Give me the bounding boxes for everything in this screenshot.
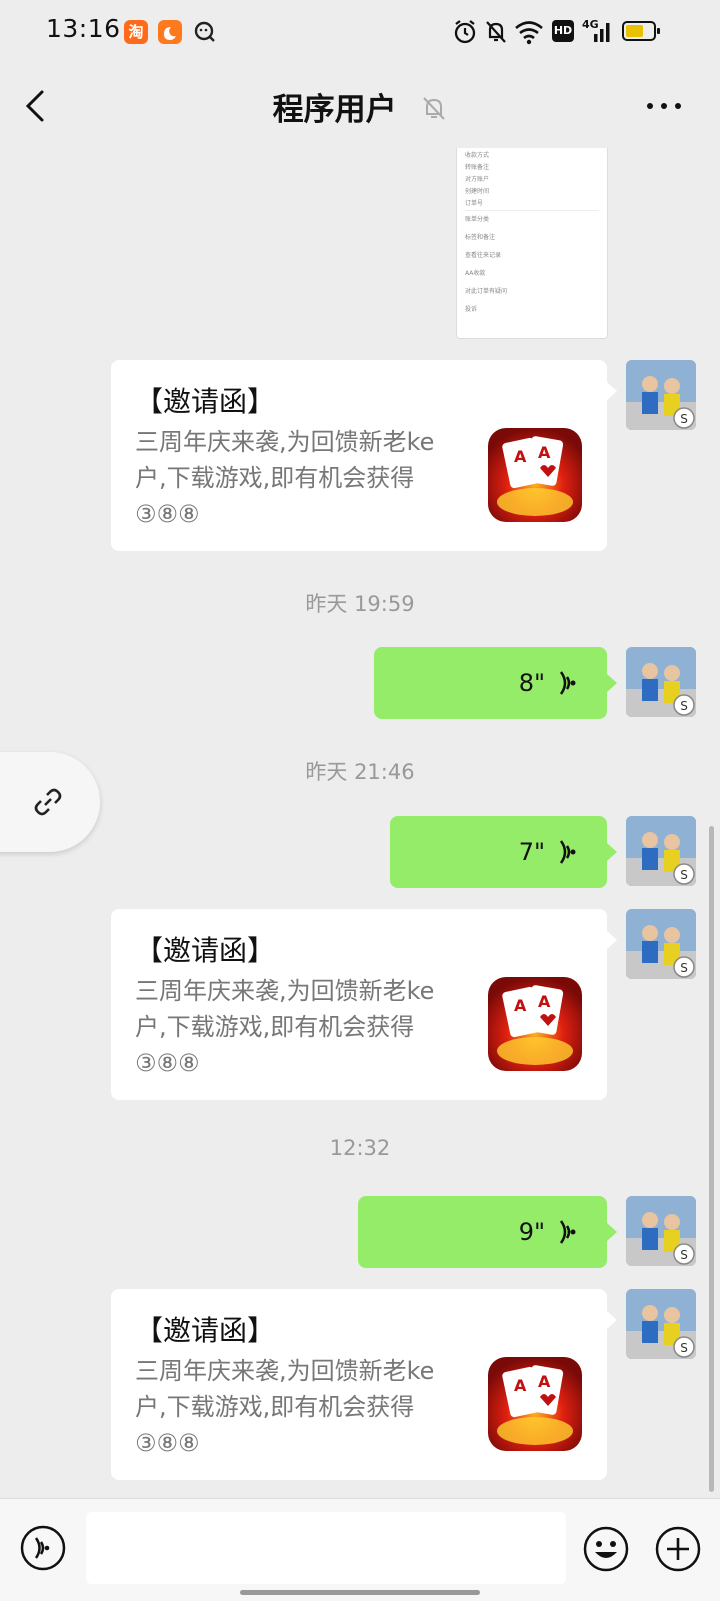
wifi-icon [514,18,544,46]
emoji-button[interactable] [582,1525,630,1573]
svg-text:A: A [538,992,551,1011]
voice-message[interactable]: 9" [358,1196,607,1268]
home-indicator [240,1590,480,1595]
voice-message[interactable]: 7" [390,816,607,888]
voice-wave-icon [553,838,577,870]
chat-title: 程序用户 [0,84,720,130]
floating-link-button[interactable] [0,752,100,852]
playing-cards-game-icon: AA [488,428,582,522]
svg-text:A: A [538,443,551,462]
preview-row: 投诉 [465,306,478,313]
emoji-icon [583,1526,629,1572]
svg-text:A: A [514,996,527,1015]
avatar[interactable]: S [626,816,696,886]
card-title: 【邀请函】 [135,385,276,418]
hd-icon: HD [552,20,574,42]
avatar-image: S [626,909,696,979]
svg-text:S: S [680,412,688,426]
preview-row: 标签和备注 [465,234,496,241]
bubble-tail [607,931,617,949]
avatar-image: S [626,360,696,430]
voice-duration: 9" [518,1218,545,1246]
preview-row: 转账备注 [465,164,490,171]
svg-text:S: S [680,961,688,975]
voice-wave-icon [553,1218,577,1250]
invitation-card[interactable]: 【邀请函】 三周年庆来袭,为回馈新老ke户,下载游戏,即有机会获得 ③⑧⑧ AA [111,1289,607,1480]
bubble-tail [607,1223,617,1241]
image-preview-content: 收款方式转账备注对方账户创建时间订单号账单分类标签和备注查看往来记录 AA收款对此… [457,148,607,321]
preview-row: 收款方式 [465,152,490,159]
playing-cards-game-icon: AA [488,977,582,1071]
preview-row: 查看往来记录 [465,252,502,259]
voice-duration: 7" [518,838,545,866]
bubble-tail [607,843,617,861]
avatar-image: S [626,816,696,886]
more-button[interactable] [644,98,684,114]
preview-row: 创建时间 [465,188,490,195]
avatar[interactable]: S [626,647,696,717]
avatar[interactable]: S [626,1196,696,1266]
svg-text:S: S [680,1341,688,1355]
svg-text:S: S [680,699,688,713]
voice-duration: 8" [518,669,545,697]
invitation-card[interactable]: 【邀请函】 三周年庆来袭,为回馈新老ke户,下载游戏,即有机会获得 ③⑧⑧ AA [111,360,607,551]
bubble-tail [607,674,617,692]
invitation-card[interactable]: 【邀请函】 三周年庆来袭,为回馈新老ke户,下载游戏,即有机会获得 ③⑧⑧ AA [111,909,607,1100]
plus-icon [655,1526,701,1572]
preview-row: 对此订单有疑问 [465,288,508,295]
taobao-icon: 淘 [124,20,148,44]
avatar-image: S [626,647,696,717]
playing-cards-game-icon: AA [488,1357,582,1451]
card-title: 【邀请函】 [135,934,276,967]
scrollbar[interactable] [709,826,714,1492]
muted-bell-icon [421,94,447,130]
voice-message[interactable]: 8" [374,647,607,719]
card-description: 三周年庆来袭,为回馈新老ke户,下载游戏,即有机会获得 [135,977,435,1041]
voice-input-button[interactable] [20,1525,66,1571]
card-extra: ③⑧⑧ [135,500,200,528]
bubble-tail [607,382,617,400]
avatar[interactable]: S [626,1289,696,1359]
voice-wave-icon [553,669,577,701]
alarm-icon [452,18,478,46]
svg-text:A: A [538,1372,551,1391]
svg-text:S: S [680,1248,688,1262]
chat-title-text: 程序用户 [272,92,397,128]
message-input[interactable] [86,1512,566,1584]
uc-browser-icon [158,20,182,44]
network-label: 4G [582,18,599,31]
qq-icon [192,19,218,45]
preview-row: 账单分类 [465,216,490,223]
card-extra: ③⑧⑧ [135,1429,200,1457]
avatar-image: S [626,1289,696,1359]
preview-row: 订单号 [465,198,599,211]
card-title: 【邀请函】 [135,1314,276,1347]
avatar[interactable]: S [626,909,696,979]
bubble-tail [607,1311,617,1329]
more-dots-icon [647,103,681,109]
card-extra: ③⑧⑧ [135,1049,200,1077]
svg-text:A: A [514,1376,527,1395]
avatar-image: S [626,1196,696,1266]
status-bar: 13:16 淘 HD 4G [0,0,720,62]
voice-input-icon [20,1525,66,1571]
preview-row: 对方账户 [465,176,490,183]
timestamp: 昨天 19:59 [305,592,415,616]
image-message[interactable]: 收款方式转账备注对方账户创建时间订单号账单分类标签和备注查看往来记录 AA收款对此… [456,148,608,339]
svg-text:S: S [680,868,688,882]
avatar[interactable]: S [626,360,696,430]
timestamp: 12:32 [329,1136,391,1160]
timestamp: 昨天 21:46 [305,760,415,784]
status-time: 13:16 [46,14,121,43]
mute-icon [484,18,508,46]
svg-text:A: A [514,447,527,466]
card-description: 三周年庆来袭,为回馈新老ke户,下载游戏,即有机会获得 [135,428,435,492]
link-icon [32,786,64,822]
4g-signal-icon: 4G [582,18,614,46]
battery-icon [622,21,660,41]
card-description: 三周年庆来袭,为回馈新老ke户,下载游戏,即有机会获得 [135,1357,435,1421]
preview-row: AA收款 [465,270,486,277]
plus-button[interactable] [654,1525,702,1573]
